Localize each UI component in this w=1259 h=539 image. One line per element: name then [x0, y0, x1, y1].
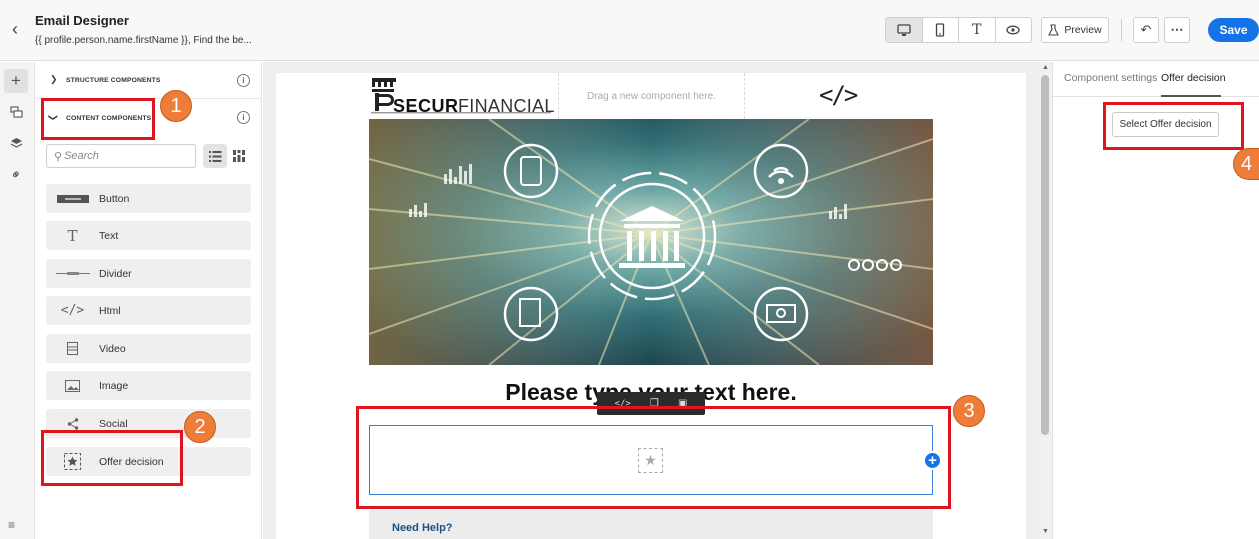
step-badge-4: 4: [1233, 148, 1259, 180]
step-badge-1: 1: [160, 90, 192, 122]
tab-divider: [1052, 96, 1259, 97]
active-tab-indicator: [1161, 95, 1221, 97]
back-icon[interactable]: ‹: [6, 18, 24, 40]
page-title: Email Designer: [35, 13, 129, 28]
step-badge-2: 2: [184, 411, 216, 443]
rail-add-button[interactable]: +: [4, 69, 28, 93]
toolbar-divider: [1121, 19, 1122, 41]
scroll-down-icon[interactable]: ▼: [1042, 528, 1049, 535]
preview-label: Preview: [1064, 24, 1102, 36]
rail-link-button[interactable]: ⚭: [4, 163, 28, 187]
mobile-view-button[interactable]: [923, 18, 959, 42]
grid-icon: [233, 150, 245, 162]
component-video[interactable]: Video: [46, 334, 251, 363]
view-toggle-group: T: [885, 17, 1032, 43]
html-code-icon[interactable]: </>: [819, 81, 858, 109]
text-icon: T: [972, 22, 982, 38]
plus-icon: +: [11, 71, 21, 90]
button-icon: [46, 194, 99, 203]
preview-icon: [1048, 23, 1060, 36]
text-view-button[interactable]: T: [959, 18, 996, 42]
hero-image[interactable]: [369, 119, 933, 365]
highlight-box-2: [41, 430, 183, 486]
fragments-icon: [9, 106, 23, 118]
more-icon: ⋯: [1170, 22, 1184, 37]
eye-icon: [1006, 25, 1020, 35]
layers-toggle-icon[interactable]: ≡: [8, 518, 15, 532]
rail-fragments-button[interactable]: [4, 100, 28, 124]
video-icon: [46, 342, 99, 355]
component-label: Divider: [99, 267, 132, 280]
code-icon: </>: [60, 303, 85, 318]
component-label: Html: [99, 304, 121, 317]
component-text[interactable]: T Text: [46, 221, 251, 250]
component-button[interactable]: Button: [46, 184, 251, 213]
highlight-box-4: [1103, 102, 1244, 150]
preview-button[interactable]: Preview: [1041, 17, 1109, 43]
highlight-box-3: [356, 406, 951, 509]
component-image[interactable]: Image: [46, 371, 251, 400]
eye-view-button[interactable]: [996, 18, 1032, 42]
scroll-up-icon[interactable]: ▲: [1042, 64, 1049, 71]
tab-offer-decision[interactable]: Offer decision: [1161, 72, 1226, 84]
step-badge-3: 3: [953, 395, 985, 427]
component-label: Video: [99, 342, 126, 355]
email-designer-app: ‹ Email Designer {{ profile.person.name.…: [0, 0, 1259, 539]
drop-zone[interactable]: Drag a new component here.: [558, 73, 745, 119]
mobile-icon: [936, 23, 945, 37]
search-placeholder: Search: [64, 150, 99, 162]
rail-layers-button[interactable]: [4, 131, 28, 155]
logo-text-bold: SECUR: [393, 96, 459, 116]
component-divider[interactable]: Divider: [46, 259, 251, 288]
page-subtitle: {{ profile.person.name.firstName }}, Fin…: [35, 35, 252, 46]
component-search-input[interactable]: ⚲ Search: [46, 144, 196, 168]
layers-icon: [10, 138, 22, 148]
grid-view-toggle[interactable]: [227, 144, 251, 168]
save-button[interactable]: Save: [1208, 18, 1259, 42]
scrollbar-thumb[interactable]: [1041, 75, 1049, 435]
image-icon: [46, 379, 99, 392]
undo-button[interactable]: ↶: [1133, 17, 1159, 43]
structure-info-icon[interactable]: i: [237, 74, 250, 87]
share-icon: [46, 417, 99, 430]
content-info-icon[interactable]: i: [237, 111, 250, 124]
logo-text-light: FINANCIAL: [458, 96, 555, 116]
component-label: Text: [99, 229, 119, 242]
more-button[interactable]: ⋯: [1164, 17, 1190, 43]
highlight-box-1: [41, 98, 155, 140]
chevron-right-icon[interactable]: ❯: [50, 74, 58, 85]
link-icon: ⚭: [6, 165, 25, 184]
component-html[interactable]: </> Html: [46, 296, 251, 325]
search-icon: ⚲: [54, 150, 63, 163]
desktop-view-button[interactable]: [886, 18, 923, 42]
tab-component-settings[interactable]: Component settings: [1064, 72, 1157, 84]
footer-help-text[interactable]: Need Help?: [392, 522, 453, 534]
brand-logo[interactable]: SECUR FINANCIAL: [369, 75, 554, 119]
email-footer: [369, 510, 933, 539]
text-icon: T: [67, 226, 78, 245]
component-label: Social: [99, 417, 128, 430]
undo-icon: ↶: [1140, 22, 1152, 37]
list-view-toggle[interactable]: [203, 144, 227, 168]
divider-icon: [46, 271, 99, 276]
desktop-icon: [897, 23, 911, 36]
component-label: Button: [99, 192, 130, 205]
component-label: Image: [99, 379, 129, 392]
structure-components-header[interactable]: STRUCTURE COMPONENTS: [66, 77, 161, 84]
list-icon: [208, 150, 221, 162]
